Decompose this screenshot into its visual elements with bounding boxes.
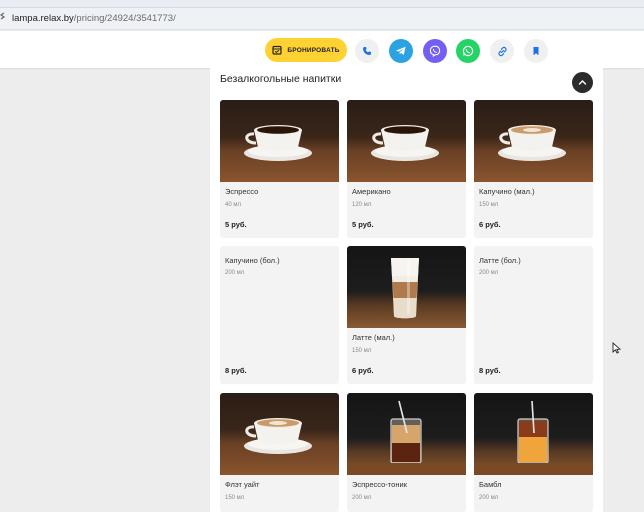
book-button[interactable]: БРОНИРОВАТЬ — [265, 38, 347, 62]
menu-item-card[interactable]: Американо 120 мл 5 руб. — [347, 100, 466, 238]
item-price: 8 руб. — [225, 366, 247, 375]
menu-item-card[interactable]: Капучино (мал.) 150 мл 6 руб. — [474, 100, 593, 238]
address-bar[interactable]: lampa.relax.by/pricing/24924/3541773/ — [0, 8, 644, 30]
item-name: Эспрессо — [225, 187, 259, 196]
item-name: Капучино (мал.) — [479, 187, 535, 196]
menu-item-card[interactable]: Латте (мал.) 150 мл 6 руб. — [347, 246, 466, 384]
site-header: БРОНИРОВАТЬ — [0, 31, 644, 68]
collapse-button[interactable] — [572, 72, 593, 93]
item-price: 6 руб. — [479, 220, 501, 229]
item-name: Американо — [352, 187, 391, 196]
item-price: 8 руб. — [479, 366, 501, 375]
phone-button[interactable] — [355, 39, 379, 63]
calendar-icon — [272, 45, 282, 55]
item-volume: 200 мл — [479, 495, 499, 501]
browser-tabstrip — [0, 0, 644, 8]
item-volume: 200 мл — [352, 495, 372, 501]
item-name: Капучино (бол.) — [225, 256, 280, 265]
item-price: 5 руб. — [225, 220, 247, 229]
menu-item-card[interactable]: Бамбл 200 мл — [474, 393, 593, 512]
bookmark-icon — [533, 47, 539, 56]
item-volume: 150 мл — [352, 348, 372, 354]
whatsapp-button[interactable] — [456, 39, 480, 63]
menu-item-card[interactable]: Эспрессо 40 мл 5 руб. — [220, 100, 339, 238]
viber-button[interactable] — [423, 39, 447, 63]
menu-item-card[interactable]: Латте (бол.) 200 мл 8 руб. — [474, 246, 593, 384]
telegram-button[interactable] — [389, 39, 413, 63]
bookmark-button[interactable] — [524, 39, 548, 63]
mouse-cursor-icon — [612, 341, 622, 359]
section-title: Безалкогольные напитки — [220, 73, 342, 85]
item-name: Латте (мал.) — [352, 333, 395, 342]
tonic-glass-photo — [347, 393, 466, 475]
item-name: Флэт уайт — [225, 480, 260, 489]
item-volume: 200 мл — [479, 270, 499, 276]
menu-item-card[interactable]: Флэт уайт 150 мл — [220, 393, 339, 512]
chevron-up-icon — [578, 80, 587, 85]
viber-icon — [429, 45, 441, 57]
coffee-cup-photo — [220, 100, 339, 182]
latte-cup-photo — [220, 393, 339, 475]
link-icon — [497, 46, 507, 56]
url-path: /pricing/24924/3541773/ — [73, 13, 176, 24]
url-text[interactable]: lampa.relax.by/pricing/24924/3541773/ — [12, 13, 176, 24]
item-price: 5 руб. — [352, 220, 374, 229]
item-volume: 150 мл — [225, 495, 245, 501]
menu-item-card[interactable]: Капучино (бол.) 200 мл 8 руб. — [220, 246, 339, 384]
share-link-button[interactable] — [490, 39, 514, 63]
item-volume: 200 мл — [225, 270, 245, 276]
item-name: Бамбл — [479, 480, 502, 489]
item-volume: 120 мл — [352, 202, 372, 208]
telegram-icon — [396, 46, 406, 55]
whatsapp-icon — [462, 45, 474, 57]
item-volume: 40 мл — [225, 202, 241, 208]
phone-icon — [363, 47, 371, 55]
bumble-glass-photo — [474, 393, 593, 475]
item-price: 6 руб. — [352, 366, 374, 375]
site-info-icon[interactable] — [0, 12, 10, 26]
item-name: Латте (бол.) — [479, 256, 521, 265]
latte-glass-photo — [347, 246, 466, 328]
item-name: Эспрессо-тоник — [352, 480, 407, 489]
menu-section: Безалкогольные напитки Эспрессо 40 мл 5 … — [210, 68, 603, 512]
book-button-label: БРОНИРОВАТЬ — [287, 46, 340, 54]
coffee-cup-photo — [347, 100, 466, 182]
url-host: lampa.relax.by — [12, 13, 74, 24]
latte-cup-photo — [474, 100, 593, 182]
item-volume: 150 мл — [479, 202, 499, 208]
menu-item-card[interactable]: Эспрессо-тоник 200 мл — [347, 393, 466, 512]
